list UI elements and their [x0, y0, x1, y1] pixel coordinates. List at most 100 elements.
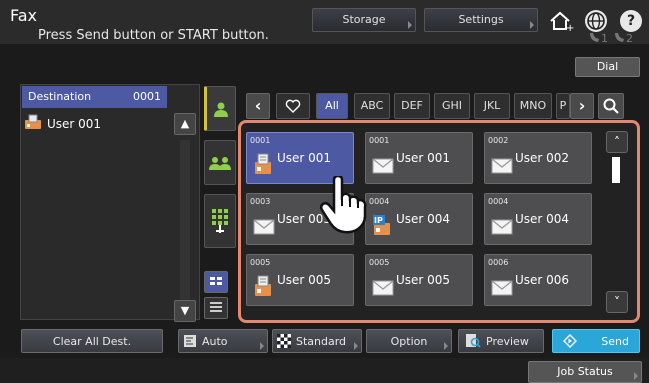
clear-all-label: Clear All Dest. — [52, 334, 132, 348]
fax-icon — [253, 153, 273, 175]
address-entry-card[interactable]: 0002 User 002 — [484, 132, 592, 184]
resolution-icon — [277, 334, 291, 348]
svg-text:+: + — [566, 23, 574, 33]
email-icon — [372, 158, 394, 180]
email-icon — [491, 219, 513, 241]
address-entry-card[interactable]: 0005 User 005 — [365, 254, 473, 306]
address-entry-card[interactable]: 0004 User 004 — [484, 193, 592, 245]
entry-number: 0006 — [488, 258, 509, 267]
address-entry-card[interactable]: 0004 IP User 004 — [365, 193, 473, 245]
preview-label: Preview — [486, 334, 529, 348]
grid-view-icon — [210, 277, 222, 285]
heart-icon — [285, 99, 301, 113]
svg-text:2: 2 — [626, 32, 633, 44]
entry-number: 0003 — [250, 197, 271, 206]
tab-index-abc[interactable]: ABC — [354, 93, 390, 119]
app-title: Fax — [10, 6, 38, 25]
tab-index-jkl[interactable]: JKL — [474, 93, 510, 119]
preview-button[interactable]: Preview — [458, 329, 544, 353]
option-label: Option — [390, 334, 428, 348]
grid-scrollbar-thumb[interactable] — [612, 157, 620, 183]
send-button[interactable]: Send — [552, 329, 640, 353]
group-icon — [209, 156, 231, 170]
destination-item-name: User 001 — [47, 116, 102, 131]
grid-scroll-down-button[interactable]: ˅ — [606, 291, 628, 313]
view-grid-button[interactable] — [204, 271, 228, 293]
entry-number: 0005 — [369, 258, 390, 267]
entry-name: User 004 — [515, 212, 570, 226]
tab-index-ghi[interactable]: GHI — [434, 93, 470, 119]
settings-button[interactable]: Settings — [424, 8, 538, 32]
standard-label: Standard — [296, 334, 347, 348]
line-indicators: 12 — [588, 30, 640, 47]
grid-scroll-up-button[interactable]: ˄ — [606, 131, 628, 153]
start-diamond-icon — [563, 334, 577, 348]
entry-number: 0005 — [250, 258, 271, 267]
svg-text:1: 1 — [601, 32, 608, 44]
destination-label: Destination — [28, 90, 92, 103]
destination-count: 0001 — [133, 90, 161, 103]
job-status-label: Job Status — [557, 365, 613, 378]
tab-index-p[interactable]: P — [556, 93, 570, 119]
tab-index-mno[interactable]: MNO — [514, 93, 552, 119]
address-entry-card[interactable]: 0005 User 005 — [246, 254, 354, 306]
destination-header[interactable]: Destination 0001 — [22, 86, 167, 108]
home-icon[interactable]: + — [548, 9, 574, 34]
tab-favorites[interactable] — [276, 93, 310, 119]
email-icon — [491, 158, 513, 180]
index-next-button[interactable]: › — [570, 93, 594, 119]
original-mode-icon — [184, 335, 196, 347]
list-view-icon — [210, 302, 222, 312]
search-icon — [603, 98, 619, 114]
tab-index-all[interactable]: All — [316, 93, 348, 119]
person-icon — [214, 102, 228, 117]
index-prev-button[interactable]: ‹ — [246, 93, 270, 119]
entry-name: User 001 — [277, 151, 332, 165]
svg-text:IP: IP — [374, 216, 383, 225]
dial-button[interactable]: Dial — [575, 57, 640, 77]
status-message: Press Send button or START button. — [38, 28, 269, 43]
entry-name: User 004 — [396, 212, 451, 226]
fax-icon — [253, 275, 273, 297]
fax-icon — [24, 114, 42, 133]
entry-number: 0001 — [369, 136, 390, 145]
dest-scroll-down-button[interactable]: ▼ — [174, 300, 196, 322]
entry-number: 0001 — [250, 136, 271, 145]
globe-icon[interactable] — [585, 10, 607, 32]
entry-name: User 001 — [396, 151, 451, 165]
resolution-button[interactable]: Standard — [272, 329, 362, 353]
entry-number: 0004 — [369, 197, 390, 206]
entry-name: User 005 — [396, 273, 451, 287]
help-button[interactable]: ? — [620, 10, 642, 32]
view-list-button[interactable] — [204, 297, 228, 319]
clear-all-destinations-button[interactable]: Clear All Dest. — [21, 329, 163, 353]
destination-list-item[interactable]: User 001 — [24, 114, 101, 133]
entry-name: User 002 — [515, 151, 570, 165]
address-entry-card[interactable]: 0006 User 006 — [484, 254, 592, 306]
job-status-button[interactable]: Job Status — [528, 361, 642, 383]
dest-scroll-up-button[interactable]: ▲ — [174, 113, 196, 135]
entry-number: 0002 — [488, 136, 509, 145]
entry-name: User 006 — [515, 273, 570, 287]
tab-group[interactable] — [204, 140, 236, 185]
entry-number: 0004 — [488, 197, 509, 206]
tab-keypad-entry[interactable] — [204, 194, 236, 248]
storage-button[interactable]: Storage — [312, 8, 416, 32]
settings-label: Settings — [458, 13, 504, 26]
ip-fax-icon: IP — [372, 214, 392, 236]
dest-scrollbar[interactable] — [180, 140, 190, 300]
email-icon — [372, 280, 394, 302]
hand-pointer-icon — [318, 174, 368, 238]
storage-label: Storage — [342, 13, 386, 26]
preview-icon — [466, 334, 481, 348]
entry-name: User 005 — [277, 273, 332, 287]
option-button[interactable]: Option — [366, 329, 452, 353]
search-button[interactable] — [598, 93, 624, 119]
auto-label: Auto — [202, 334, 228, 348]
send-label: Send — [601, 334, 629, 348]
address-entry-card[interactable]: 0001 User 001 — [365, 132, 473, 184]
auto-button[interactable]: Auto — [178, 329, 268, 353]
tab-index-def[interactable]: DEF — [394, 93, 430, 119]
tab-individual[interactable] — [204, 86, 236, 131]
email-icon — [491, 280, 513, 302]
